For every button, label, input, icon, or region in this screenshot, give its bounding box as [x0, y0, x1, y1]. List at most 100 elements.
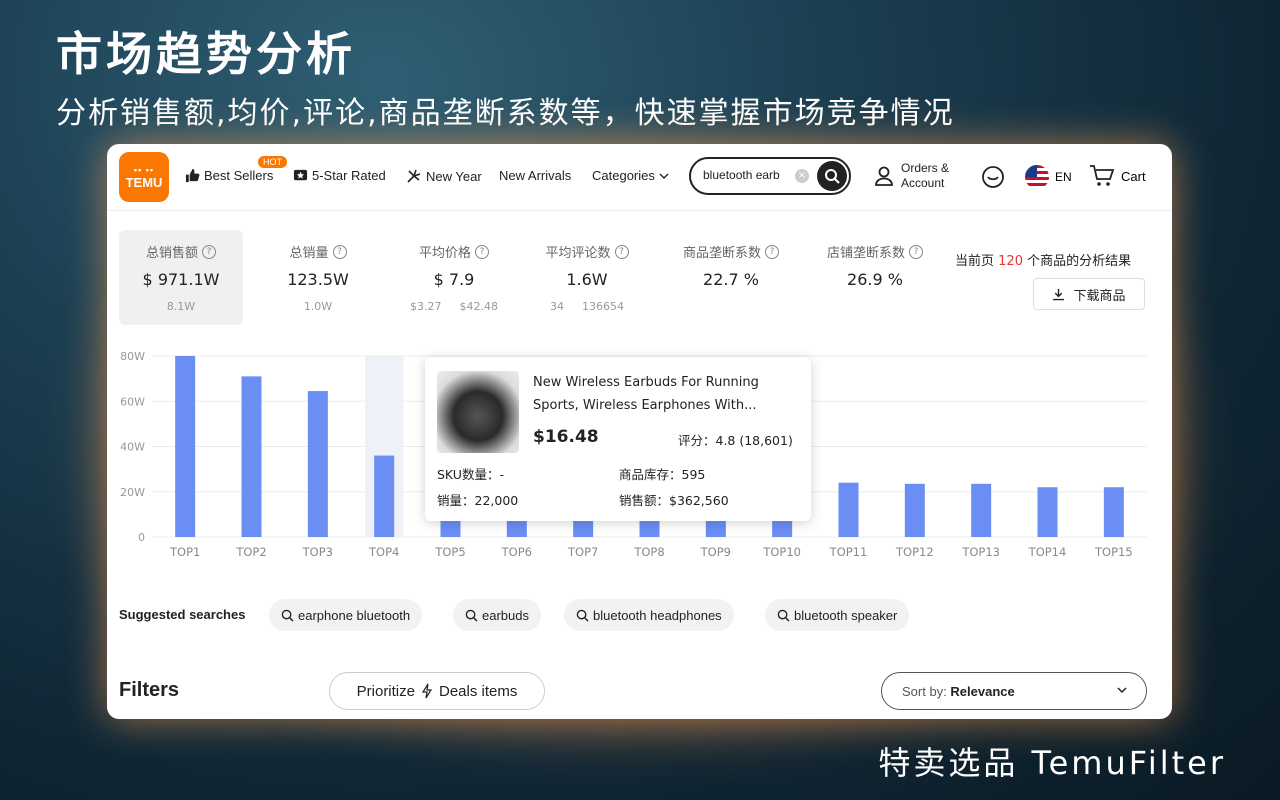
suggested-chip-bluetooth-headphones[interactable]: bluetooth headphones	[564, 599, 734, 631]
bar-top2[interactable]	[241, 376, 262, 537]
help-icon[interactable]: ?	[475, 244, 489, 259]
language-label: EN	[1055, 170, 1072, 184]
bar-top11[interactable]	[838, 482, 859, 537]
download-icon	[1053, 288, 1065, 300]
stat-avg-reviews[interactable]: 平均评论数? 1.6W 34 136654	[525, 230, 649, 325]
bar-top12[interactable]	[904, 483, 925, 537]
clear-icon[interactable]: ×	[795, 169, 809, 183]
nav-new-arrivals[interactable]: New Arrivals	[499, 168, 571, 183]
banner-subline: 分析销售额,均价,评论,商品垄断系数等，快速掌握市场竞争情况	[56, 96, 955, 131]
y-tick-label: 20W	[120, 486, 145, 499]
us-flag-icon	[1025, 165, 1049, 189]
stat-avg-price[interactable]: 平均价格? $ 7.9 $3.27 $42.48	[392, 230, 516, 325]
stat-avg-reviews-label-wrap: 平均评论数?	[525, 242, 649, 261]
bar-top3[interactable]	[307, 391, 328, 537]
nav-categories[interactable]: Categories	[592, 168, 669, 183]
brand-footer: 特卖选品 TemuFilter	[878, 744, 1226, 782]
nav-five-star-label: 5-Star Rated	[312, 168, 386, 183]
product-sku-count: SKU数量：-	[437, 467, 504, 482]
chat-icon[interactable]	[981, 165, 1005, 193]
stat-sub-max: 136654	[582, 300, 624, 313]
filters-heading: Filters	[119, 679, 180, 701]
help-icon[interactable]: ?	[909, 244, 923, 259]
prioritize-deals-toggle[interactable]: Prioritize Deals items	[329, 672, 545, 710]
x-tick-label: TOP11	[829, 545, 868, 559]
search-icon	[777, 609, 790, 622]
stat-total-revenue-label: 总销售额	[145, 246, 198, 261]
help-icon[interactable]: ?	[332, 244, 347, 259]
orders-account-text: Orders & Account	[901, 161, 949, 191]
stat-sub-min: $3.27	[410, 300, 442, 313]
top-nav: ▪▪ ▪▪ TEMU Best Sellers HOT 5-Star Rated…	[107, 144, 1172, 211]
cart-button[interactable]: Cart	[1089, 164, 1146, 188]
stat-total-sales[interactable]: 总销量? 123.5W 1.0W	[256, 230, 380, 325]
chip-label: bluetooth speaker	[794, 607, 898, 623]
stat-product-monopoly-value: 22.7 %	[703, 270, 759, 289]
stat-product-monopoly[interactable]: 商品垄断系数? 22.7 %	[669, 230, 793, 325]
x-tick-label: TOP1	[169, 545, 200, 559]
x-tick-label: TOP8	[633, 545, 664, 559]
bar-top14[interactable]	[1037, 487, 1058, 537]
suggested-searches-label: Suggested searches	[119, 607, 246, 622]
x-tick-label: TOP13	[961, 545, 1000, 559]
stat-total-revenue-label-wrap: 总销售额?	[119, 242, 243, 261]
stat-total-revenue[interactable]: 总销售额? $ 971.1W 8.1W	[119, 230, 243, 325]
x-tick-label: TOP6	[501, 545, 532, 559]
nav-five-star[interactable]: 5-Star Rated	[293, 168, 386, 183]
bar-top1[interactable]	[175, 356, 196, 537]
orders-line2: Account	[901, 176, 945, 190]
language-selector[interactable]: EN	[1025, 165, 1072, 189]
chip-label: bluetooth headphones	[593, 607, 722, 623]
logo-mark: ▪▪ ▪▪	[133, 164, 155, 175]
x-tick-label: TOP2	[235, 545, 266, 559]
nav-best-sellers[interactable]: Best Sellers	[185, 168, 273, 183]
search-button[interactable]	[817, 161, 847, 191]
nav-new-year[interactable]: New Year	[406, 168, 482, 184]
y-tick-label: 40W	[120, 441, 145, 454]
stat-product-monopoly-label-wrap: 商品垄断系数?	[669, 242, 793, 261]
lightning-icon	[421, 683, 433, 699]
result-prefix: 当前页	[955, 254, 995, 269]
stat-store-monopoly-value: 26.9 %	[847, 270, 903, 289]
suggested-chip-earbuds[interactable]: earbuds	[453, 599, 541, 631]
search-box[interactable]: ×	[689, 157, 851, 195]
stat-store-monopoly[interactable]: 店铺垄断系数? 26.9 %	[813, 230, 937, 325]
x-tick-label: TOP12	[895, 545, 934, 559]
bar-top15[interactable]	[1103, 487, 1124, 537]
download-products-button[interactable]: 下载商品	[1033, 278, 1145, 310]
orders-account[interactable]: Orders & Account	[873, 161, 949, 191]
sort-value: Relevance	[950, 684, 1015, 699]
temu-logo[interactable]: ▪▪ ▪▪ TEMU	[119, 152, 169, 202]
stat-avg-reviews-sub: 34 136654	[525, 300, 649, 313]
product-image[interactable]	[437, 371, 519, 453]
suggested-chip-earphone-bluetooth[interactable]: earphone bluetooth	[269, 599, 423, 631]
help-icon[interactable]: ?	[614, 244, 629, 259]
stat-total-sales-sub: 1.0W	[256, 300, 380, 313]
nav-new-year-label: New Year	[426, 168, 482, 184]
cart-label: Cart	[1121, 168, 1146, 184]
sort-dropdown[interactable]: Sort by: Relevance	[881, 672, 1147, 710]
stat-total-revenue-value: $ 971.1W	[142, 270, 220, 289]
bar-top13[interactable]	[971, 483, 992, 537]
x-tick-label: TOP14	[1028, 545, 1067, 559]
help-icon[interactable]: ?	[202, 244, 216, 259]
product-stock: 商品库存：595	[619, 467, 706, 482]
y-tick-label: 80W	[120, 350, 145, 363]
product-sales: 销量：22,000	[437, 493, 519, 508]
suggested-chip-bluetooth-speaker[interactable]: bluetooth speaker	[765, 599, 910, 631]
banner-headline: 市场趋势分析	[56, 27, 356, 81]
bar-top4[interactable]	[374, 455, 395, 537]
product-title[interactable]: New Wireless Earbuds For Running Sports,…	[533, 371, 801, 417]
product-rating: 评分：4.8 (18,601)	[678, 433, 793, 448]
search-input[interactable]	[701, 167, 797, 183]
stat-avg-price-label: 平均价格	[418, 246, 471, 261]
search-icon	[825, 169, 840, 184]
search-icon	[576, 609, 589, 622]
help-icon[interactable]: ?	[765, 244, 779, 259]
stat-avg-price-label-wrap: 平均价格?	[392, 242, 516, 261]
result-suffix: 个商品的分析结果	[1027, 254, 1132, 269]
stat-avg-reviews-value: 1.6W	[566, 270, 608, 289]
stat-store-monopoly-label-wrap: 店铺垄断系数?	[813, 242, 937, 261]
stat-avg-price-sub: $3.27 $42.48	[392, 300, 516, 313]
chevron-down-icon	[659, 173, 669, 179]
